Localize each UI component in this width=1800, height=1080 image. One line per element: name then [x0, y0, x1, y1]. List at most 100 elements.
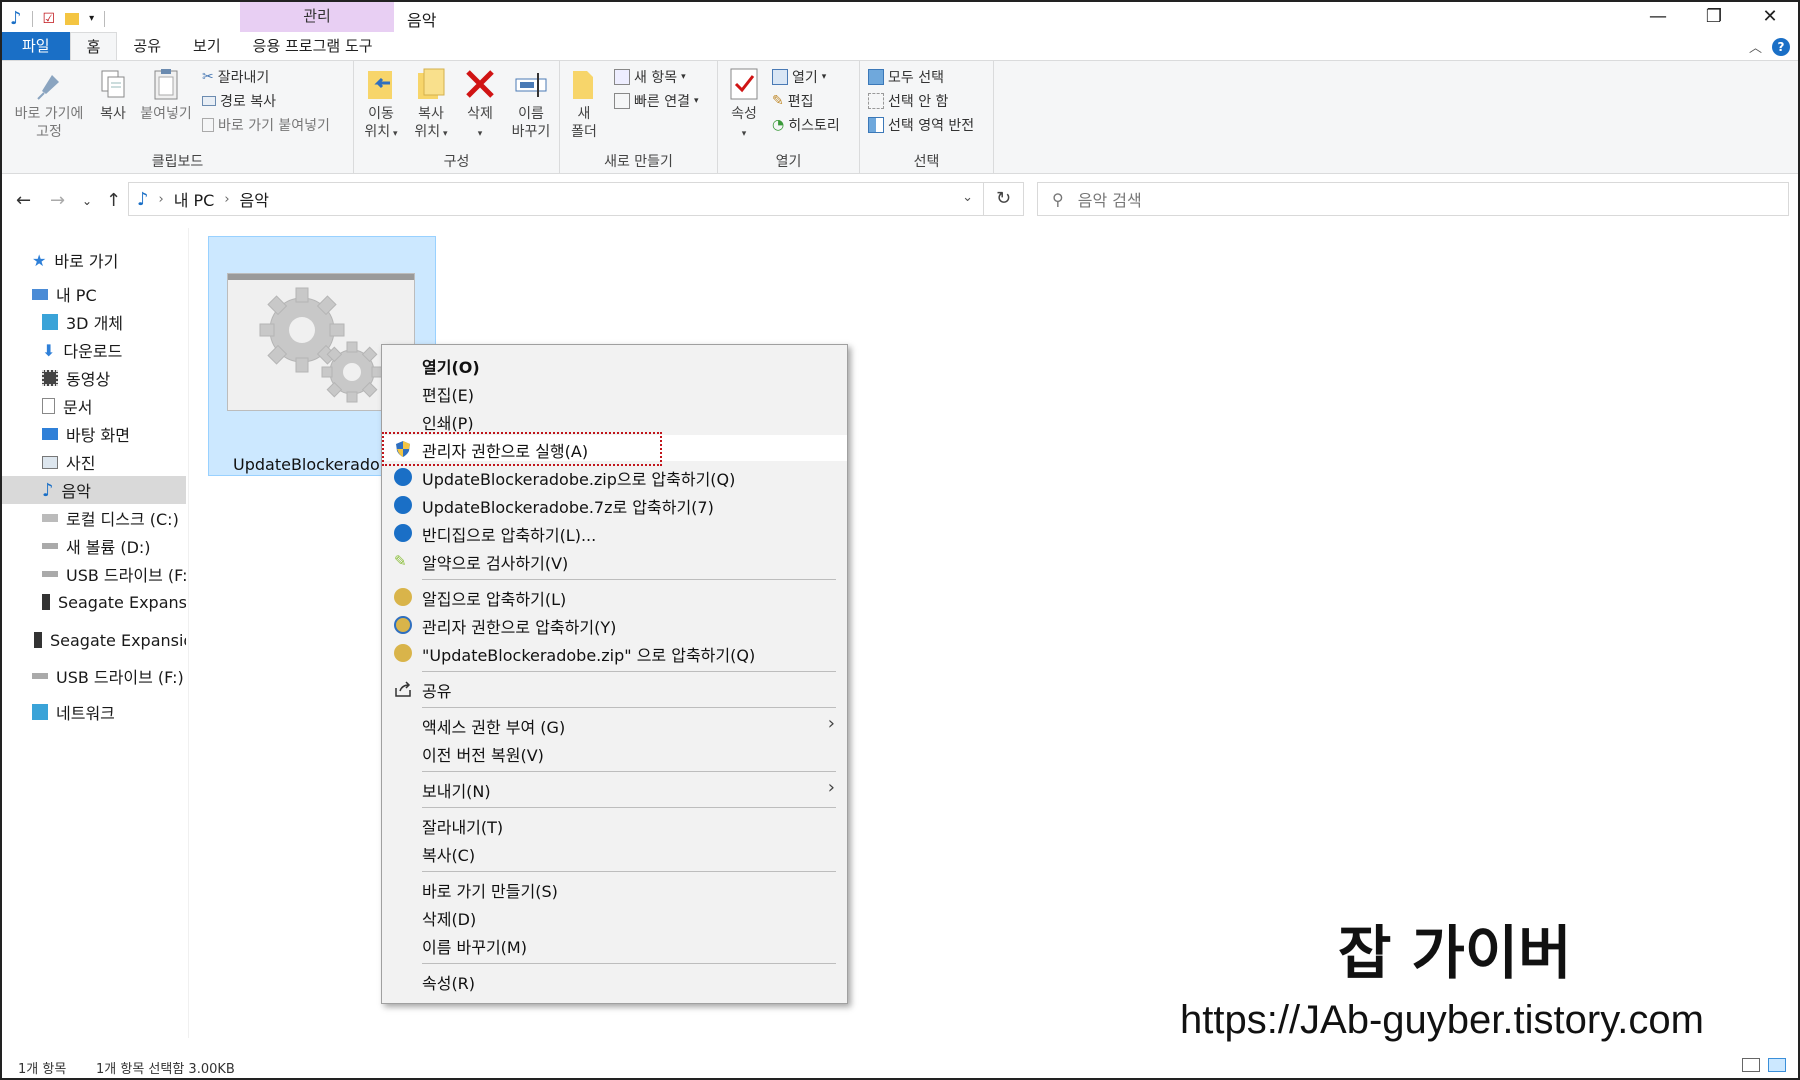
manage-context-tab[interactable]: 관리 [240, 2, 394, 32]
search-box[interactable]: ⚲ 음악 검색 [1037, 182, 1789, 216]
address-dropdown-icon[interactable]: ⌄ [962, 190, 973, 205]
refresh-button[interactable]: ↻ [984, 182, 1024, 216]
menu-restore-versions[interactable]: 이전 버전 복원(V) [382, 739, 847, 765]
copy-to-label-1: 복사 [418, 106, 444, 122]
pin-to-quick-access-button[interactable]: 바로 가기에 고정 [8, 67, 90, 141]
restore-button[interactable]: ❐ [1686, 2, 1742, 34]
menu-bandizip-zip[interactable]: UpdateBlockeradobe.zip으로 압축하기(Q) [382, 463, 847, 489]
menu-send-to[interactable]: 보내기(N) › [382, 775, 847, 801]
new-folder-icon[interactable] [65, 12, 80, 25]
forward-arrow-icon[interactable]: → [50, 190, 65, 211]
new-folder-button[interactable]: 새 폴더 [566, 67, 602, 141]
rename-button[interactable]: 이름 바꾸기 [506, 67, 556, 141]
3d-cube-icon [42, 314, 58, 330]
paste-shortcut-button[interactable]: 바로 가기 붙여넣기 [202, 115, 330, 135]
ribbon: 바로 가기에 고정 복사 붙여넣기 ✂ 잘라내기 경로 복사 바로 가기 붙여넣… [2, 60, 1798, 175]
film-icon [42, 370, 58, 386]
copy-to-label-2: 위치 [414, 124, 441, 140]
properties-button[interactable]: 속성 ▾ [724, 67, 764, 143]
open-button[interactable]: 열기 ▾ [772, 67, 826, 87]
nav-seagate[interactable]: Seagate Expansion [2, 626, 186, 654]
tab-application-tools[interactable]: 응용 프로그램 도구 [236, 32, 389, 60]
nav-videos[interactable]: 동영상 [2, 364, 186, 392]
nav-quick-access[interactable]: ★ 바로 가기 [2, 246, 186, 274]
tab-view[interactable]: 보기 [177, 32, 237, 60]
tab-share[interactable]: 공유 [117, 32, 177, 60]
delete-button[interactable]: 삭제 ▾ [460, 67, 500, 143]
download-arrow-icon: ⬇ [42, 340, 56, 360]
menu-bandizip-7z[interactable]: UpdateBlockeradobe.7z로 압축하기(7) [382, 491, 847, 517]
details-view-icon[interactable] [1742, 1058, 1760, 1072]
menu-create-shortcut[interactable]: 바로 가기 만들기(S) [382, 875, 847, 901]
nav-this-pc[interactable]: 내 PC [2, 280, 186, 308]
breadcrumb-chevron-icon[interactable]: › [159, 192, 164, 207]
nav-documents[interactable]: 문서 [2, 392, 186, 420]
help-icon[interactable]: ? [1772, 37, 1790, 56]
menu-rename[interactable]: 이름 바꾸기(M) [382, 931, 847, 957]
nav-music[interactable]: ♪ 음악 [2, 476, 186, 504]
large-icons-view-icon[interactable] [1768, 1058, 1786, 1072]
edit-pencil-icon: ✎ [772, 93, 784, 109]
nav-seagate-sub[interactable]: Seagate Expansio [2, 588, 186, 616]
new-item-button[interactable]: 새 항목 ▾ [614, 67, 686, 87]
select-all-button[interactable]: 모두 선택 [868, 67, 944, 87]
copy-button[interactable]: 복사 [94, 67, 132, 123]
menu-properties[interactable]: 속성(R) [382, 967, 847, 993]
nav-local-disk-c[interactable]: 로컬 디스크 (C:) [2, 504, 186, 532]
move-to-button[interactable]: 이동 위치 ▾ [360, 67, 402, 143]
nav-usb[interactable]: USB 드라이브 (F:) [2, 662, 186, 690]
menu-delete[interactable]: 삭제(D) [382, 903, 847, 929]
menu-give-access[interactable]: 액세스 권한 부여 (G) › [382, 711, 847, 737]
pin-icon [32, 67, 66, 101]
qat-separator [31, 10, 33, 27]
edit-button[interactable]: ✎ 편집 [772, 91, 814, 111]
nav-usb-drive-f[interactable]: USB 드라이브 (F:) [2, 560, 186, 588]
pin-label-line2: 고정 [36, 124, 62, 140]
properties-checkbox-icon[interactable]: ☑ [43, 11, 56, 27]
minimize-button[interactable]: — [1630, 2, 1686, 34]
menu-share[interactable]: 공유 [382, 675, 847, 701]
recent-locations-chevron-icon[interactable]: ⌄ [82, 194, 92, 208]
copy-path-button[interactable]: 경로 복사 [202, 91, 276, 111]
menu-alyac-scan[interactable]: ✎ 알약으로 검사하기(V) [382, 547, 847, 573]
view-buttons [1742, 1058, 1786, 1072]
back-arrow-icon[interactable]: ← [16, 190, 31, 211]
history-icon: ◔ [772, 117, 785, 133]
address-bar[interactable]: ♪ › 내 PC › 음악 ⌄ [128, 182, 984, 216]
open-label: 열기 [792, 70, 818, 86]
close-button[interactable]: ✕ [1742, 2, 1798, 34]
copy-to-button[interactable]: 복사 위치 ▾ [410, 67, 452, 143]
new-group-label: 새로 만들기 [604, 154, 673, 170]
menu-alzip-zip[interactable]: "UpdateBlockeradobe.zip" 으로 압축하기(Q) [382, 639, 847, 665]
up-arrow-icon[interactable]: ↑ [106, 190, 121, 211]
invert-selection-button[interactable]: 선택 영역 반전 [868, 115, 974, 135]
paste-button[interactable]: 붙여넣기 [138, 67, 194, 123]
breadcrumb-this-pc[interactable]: 내 PC [174, 187, 215, 211]
cut-button[interactable]: ✂ 잘라내기 [202, 67, 269, 87]
nav-network[interactable]: 네트워크 [2, 698, 186, 726]
menu-bandizip-compress[interactable]: 반디집으로 압축하기(L)... [382, 519, 847, 545]
menu-alzip-admin[interactable]: 관리자 권한으로 압축하기(Y) [382, 611, 847, 637]
menu-alzip-compress[interactable]: 알집으로 압축하기(L) [382, 583, 847, 609]
menu-cut[interactable]: 잘라내기(T) [382, 811, 847, 837]
nav-3d-objects[interactable]: 3D 개체 [2, 308, 186, 336]
tab-home[interactable]: 홈 [69, 32, 118, 60]
copy-path-icon [202, 96, 216, 106]
menu-copy[interactable]: 복사(C) [382, 839, 847, 865]
customize-qat-icon[interactable]: ▾ [89, 13, 94, 24]
nav-downloads[interactable]: ⬇ 다운로드 [2, 336, 186, 364]
history-button[interactable]: ◔ 히스토리 [772, 115, 840, 135]
menu-open[interactable]: 열기(O) [382, 351, 847, 377]
select-none-button[interactable]: 선택 안 함 [868, 91, 948, 111]
nav-pictures[interactable]: 사진 [2, 448, 186, 476]
nav-desktop[interactable]: 바탕 화면 [2, 420, 186, 448]
tab-file[interactable]: 파일 [2, 32, 70, 60]
breadcrumb-chevron-icon[interactable]: › [224, 192, 229, 207]
menu-give-access-label: 액세스 권한 부여 (G) [422, 718, 566, 737]
menu-print[interactable]: 인쇄(P) [382, 407, 847, 433]
breadcrumb-music[interactable]: 음악 [240, 187, 269, 211]
collapse-ribbon-icon[interactable]: ︿ [1749, 37, 1762, 56]
menu-edit[interactable]: 편집(E) [382, 379, 847, 405]
easy-access-button[interactable]: 빠른 연결 ▾ [614, 91, 699, 111]
nav-new-volume-d[interactable]: 새 볼륨 (D:) [2, 532, 186, 560]
